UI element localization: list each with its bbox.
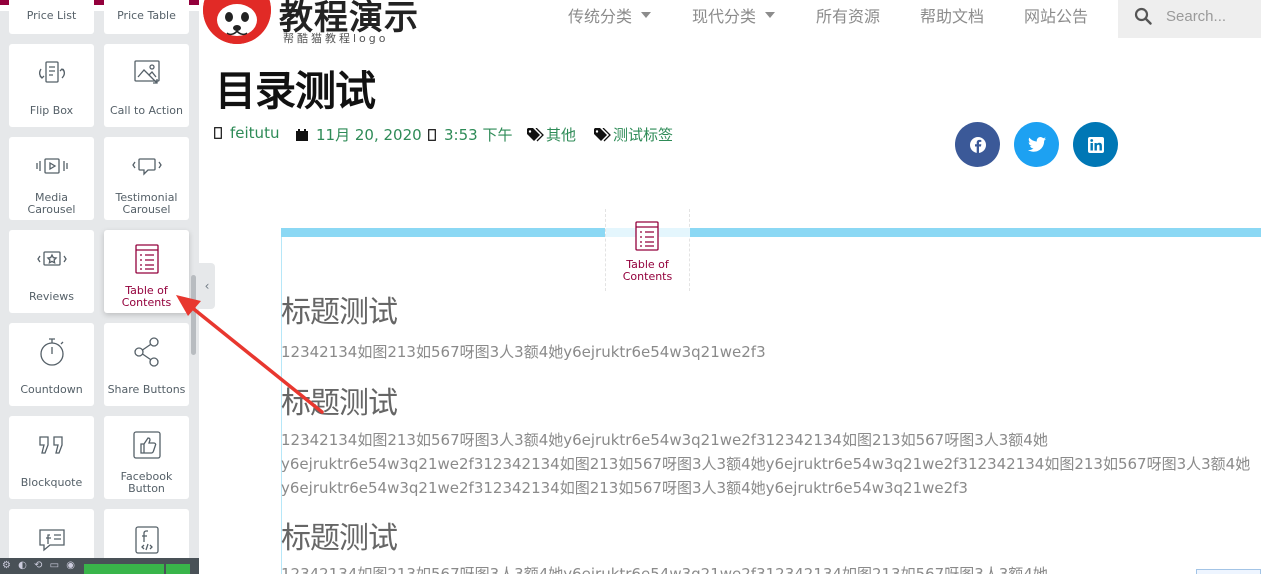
share-facebook-button[interactable]	[955, 122, 1000, 167]
dragged-widget-label: Table of Contents	[622, 258, 673, 283]
tag-link[interactable]: 测试标签	[613, 124, 673, 145]
search-input[interactable]	[1166, 7, 1256, 25]
widget-label: Share Buttons	[107, 382, 186, 396]
collapse-panel-button[interactable]: ‹	[199, 263, 215, 309]
author-name[interactable]: feitutu	[230, 124, 279, 142]
search-icon[interactable]	[1134, 7, 1152, 25]
table-of-contents-icon	[104, 242, 189, 276]
chevron-down-icon	[641, 12, 652, 18]
user-icon	[214, 127, 222, 139]
widget-share-buttons[interactable]: Share Buttons	[104, 323, 189, 406]
widget-label: Media Carousel	[27, 190, 76, 216]
facebook-embed-icon	[104, 523, 189, 557]
twitter-icon	[1027, 137, 1046, 152]
footer-tool-icons[interactable]: ⚙ ◐ ⟲ ▭ ◉	[2, 560, 77, 571]
widgets-panel: Price List Price Table Flip Box Call to …	[0, 0, 199, 574]
widget-label: Blockquote	[20, 475, 83, 489]
publish-options-button[interactable]	[166, 564, 190, 574]
widget-facebook-button[interactable]: Facebook Button	[104, 416, 189, 499]
drop-indicator	[1196, 569, 1261, 574]
paragraph-line: y6ejruktr6e54w3q21we2f312342134如图213如567…	[281, 479, 968, 497]
content-heading: 标题测试	[281, 521, 398, 556]
clock-icon	[428, 128, 436, 141]
reviews-icon	[9, 242, 94, 276]
media-carousel-icon	[9, 149, 94, 183]
blockquote-icon	[9, 428, 94, 462]
panel-scrollbar[interactable]	[191, 275, 196, 355]
facebook-button-icon	[104, 428, 189, 462]
widget-label: Reviews	[29, 289, 74, 303]
flip-box-icon	[9, 56, 94, 90]
tags-icon	[527, 127, 545, 142]
nav-item-announcements[interactable]: 网站公告	[1024, 3, 1088, 27]
time-text: 3:53 下午	[444, 126, 513, 144]
call-to-action-icon	[104, 56, 189, 90]
post-tag[interactable]: 测试标签	[594, 124, 673, 145]
content-heading: 标题测试	[281, 295, 398, 330]
dragged-widget-table-of-contents[interactable]: Table of Contents	[605, 209, 690, 291]
nav-item-modern[interactable]: 现代分类	[692, 3, 776, 27]
nav-item-resources[interactable]: 所有资源	[816, 3, 880, 27]
post-author[interactable]: feitutu	[214, 124, 279, 142]
widget-flip-box[interactable]: Flip Box	[9, 44, 94, 127]
date-text: 11月 20, 2020	[316, 126, 422, 144]
widget-price-table[interactable]: Price Table	[104, 0, 189, 34]
category-link[interactable]: 其他	[546, 124, 576, 145]
widget-label: Price List	[26, 9, 77, 22]
section-handle-bar[interactable]	[281, 228, 1261, 237]
paragraph-line: y6ejruktr6e54w3q21we2f312342134如图213如567…	[281, 455, 1251, 473]
widget-blockquote[interactable]: Blockquote	[9, 416, 94, 499]
countdown-icon	[9, 335, 94, 369]
post-category[interactable]: 其他	[527, 124, 576, 145]
content-paragraph: 12342134如图213如567呀图3人3额4她y6ejruktr6e54w3…	[281, 343, 766, 361]
share-linkedin-button[interactable]	[1073, 122, 1118, 167]
content-paragraph: 12342134如图213如567呀图3人3额4她y6ejruktr6e54w3…	[281, 428, 1256, 500]
testimonial-carousel-icon	[104, 149, 189, 183]
nav-label: 所有资源	[816, 7, 881, 26]
content-paragraph: 12342134如图213如567呀图3人3额4她y6ejruktr6e54w3…	[281, 565, 1048, 574]
widget-label: Price Table	[117, 9, 176, 22]
calendar-icon	[296, 128, 308, 141]
widget-testimonial-carousel[interactable]: Testimonial Carousel	[104, 137, 189, 220]
tags-icon	[594, 127, 612, 142]
widget-label: Facebook Button	[120, 469, 173, 495]
linkedin-icon	[1087, 136, 1104, 153]
nav-item-traditional[interactable]: 传统分类	[568, 3, 652, 27]
table-of-contents-icon	[634, 221, 660, 255]
nav-label: 网站公告	[1024, 7, 1089, 26]
post-date: 11月 20, 2020	[296, 124, 422, 145]
nav-label: 传统分类	[568, 7, 633, 26]
chevron-down-icon	[765, 12, 776, 18]
widget-price-list[interactable]: Price List	[9, 0, 94, 34]
chevron-left-icon: ‹	[204, 279, 210, 293]
search-box[interactable]	[1118, 0, 1261, 38]
widget-reviews[interactable]: Reviews	[9, 230, 94, 313]
site-logo-subtitle: 帮酷猫教程logo	[283, 32, 389, 45]
nav-item-help[interactable]: 帮助文档	[920, 3, 984, 27]
post-title: 目录测试	[215, 67, 376, 115]
logo-icon[interactable]	[203, 0, 271, 44]
widget-call-to-action[interactable]: Call to Action	[104, 44, 189, 127]
paragraph-line: 12342134如图213如567呀图3人3额4她y6ejruktr6e54w3…	[281, 431, 1048, 449]
publish-button[interactable]	[84, 564, 164, 574]
facebook-comments-icon	[9, 523, 94, 557]
content-heading: 标题测试	[281, 386, 398, 421]
post-time: 3:53 下午	[428, 124, 512, 145]
widget-table-of-contents[interactable]: Table of Contents	[104, 230, 189, 313]
widget-countdown[interactable]: Countdown	[9, 323, 94, 406]
widget-label: Flip Box	[29, 103, 74, 117]
nav-label: 帮助文档	[920, 7, 985, 26]
widget-media-carousel[interactable]: Media Carousel	[9, 137, 94, 220]
widget-label: Testimonial Carousel	[115, 190, 178, 216]
widget-label: Table of Contents	[121, 283, 172, 309]
widget-label: Call to Action	[109, 103, 184, 117]
nav-label: 现代分类	[692, 7, 757, 26]
widget-label: Countdown	[20, 382, 83, 396]
share-buttons-icon	[104, 335, 189, 369]
share-twitter-button[interactable]	[1014, 122, 1059, 167]
facebook-icon	[969, 136, 986, 153]
